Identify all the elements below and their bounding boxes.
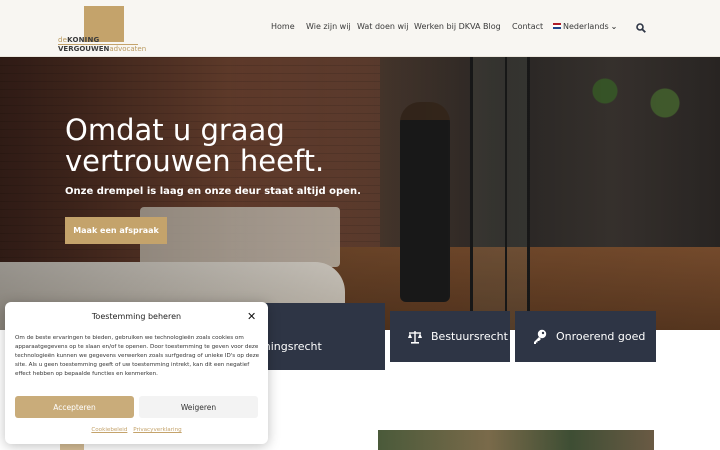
- accept-button[interactable]: Accepteren: [15, 396, 134, 418]
- site-header: deKONING VERGOUWENadvocaten Home Wie zij…: [0, 0, 720, 57]
- close-icon[interactable]: ✕: [247, 311, 256, 322]
- appointment-button[interactable]: Maak een afspraak: [65, 217, 167, 244]
- logo-text-koning: KONING: [67, 36, 100, 44]
- service-card-label: Bestuursrecht: [431, 330, 508, 343]
- nav-wie-zijn-wij[interactable]: Wie zijn wij: [306, 22, 351, 31]
- service-card-onroerend-goed[interactable]: Onroerend goed: [515, 311, 656, 362]
- consent-text: Om de beste ervaringen te bieden, gebrui…: [15, 335, 260, 377]
- nav-contact[interactable]: Contact: [512, 22, 543, 31]
- nav-home[interactable]: Home: [271, 22, 295, 31]
- scales-icon: [408, 330, 422, 344]
- language-switcher[interactable]: Nederlands ⌄: [553, 22, 617, 31]
- search-icon[interactable]: [636, 23, 646, 33]
- key-icon: [534, 329, 547, 344]
- chevron-down-icon: ⌄: [610, 22, 618, 31]
- hero-subtitle: Onze drempel is laag en onze deur staat …: [65, 186, 361, 197]
- language-label: Nederlands: [563, 22, 609, 31]
- service-card-partial-line1: n: [260, 323, 322, 339]
- consent-links: Cookiebeleid Privacyverklaring: [5, 427, 268, 433]
- logo-line1: deKONING: [58, 36, 99, 44]
- logo-line2: VERGOUWENadvocaten: [58, 45, 146, 53]
- main-nav: Home Wie zijn wij Wat doen wij Werken bi…: [0, 22, 720, 36]
- service-card-partial-label: n mingsrecht: [260, 323, 322, 355]
- privacy-statement-link[interactable]: Privacyverklaring: [133, 427, 181, 433]
- nav-blog[interactable]: Blog: [483, 22, 501, 31]
- deny-button[interactable]: Weigeren: [139, 396, 258, 418]
- service-card-bestuursrecht[interactable]: Bestuursrecht: [390, 311, 510, 362]
- service-card-label: Onroerend goed: [556, 330, 646, 343]
- cookie-consent-modal: Toestemming beheren ✕ Om de beste ervari…: [5, 302, 268, 444]
- consent-title: Toestemming beheren: [91, 312, 182, 321]
- logo-text-advocaten: advocaten: [109, 45, 147, 53]
- logo-text-vergouwen: VERGOUWEN: [58, 45, 110, 53]
- lower-photo: [378, 430, 654, 450]
- nav-werken-bij[interactable]: Werken bij DKVA: [414, 22, 480, 31]
- cookie-policy-link[interactable]: Cookiebeleid: [91, 427, 127, 433]
- nav-wat-doen-wij[interactable]: Wat doen wij: [357, 22, 408, 31]
- hero-title: Omdat u graag vertrouwen heeft.: [65, 113, 325, 178]
- dutch-flag-icon: [553, 22, 561, 29]
- logo-text-de: de: [58, 36, 68, 44]
- service-card-partial-line2: mingsrecht: [260, 340, 322, 353]
